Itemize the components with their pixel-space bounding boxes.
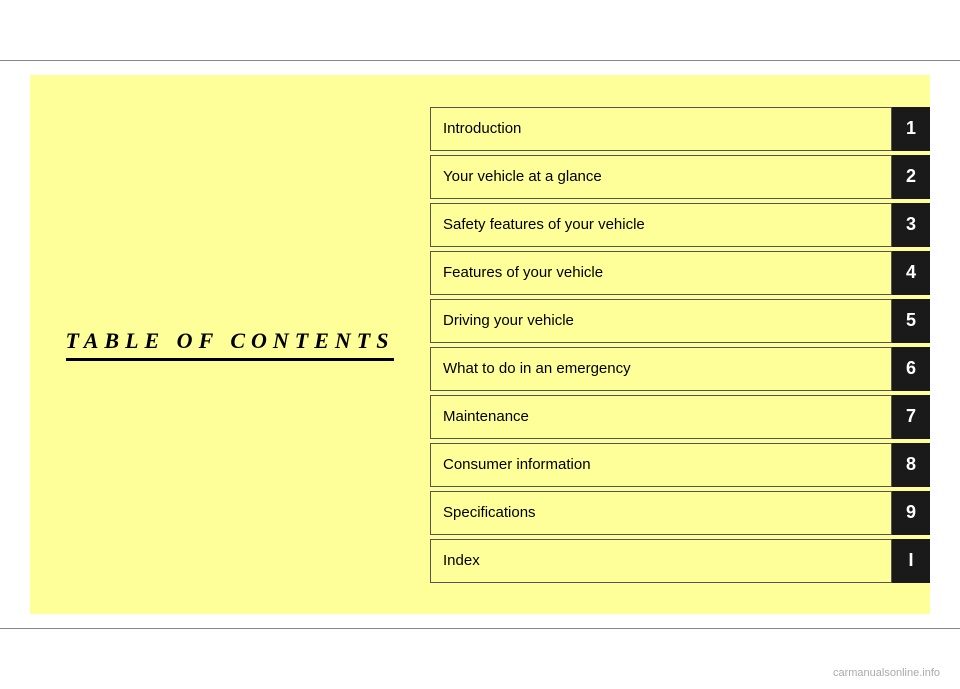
toc-item-number: 3 bbox=[892, 203, 930, 247]
toc-row[interactable]: Consumer information8 bbox=[430, 443, 930, 487]
toc-row[interactable]: Introduction1 bbox=[430, 107, 930, 151]
toc-item-number: 9 bbox=[892, 491, 930, 535]
toc-row[interactable]: Driving your vehicle5 bbox=[430, 299, 930, 343]
toc-item-number: 1 bbox=[892, 107, 930, 151]
main-container: TABLE OF CONTENTS Introduction1Your vehi… bbox=[30, 75, 930, 614]
toc-item-number: I bbox=[892, 539, 930, 583]
toc-item-number: 2 bbox=[892, 155, 930, 199]
toc-list: Introduction1Your vehicle at a glance2Sa… bbox=[430, 75, 930, 614]
toc-item-number: 5 bbox=[892, 299, 930, 343]
toc-item-label: Index bbox=[430, 539, 892, 583]
toc-row[interactable]: IndexI bbox=[430, 539, 930, 583]
toc-row[interactable]: Safety features of your vehicle3 bbox=[430, 203, 930, 247]
toc-item-label: Driving your vehicle bbox=[430, 299, 892, 343]
toc-item-number: 6 bbox=[892, 347, 930, 391]
toc-item-label: Maintenance bbox=[430, 395, 892, 439]
toc-row[interactable]: Features of your vehicle4 bbox=[430, 251, 930, 295]
bottom-divider bbox=[0, 628, 960, 629]
toc-item-number: 4 bbox=[892, 251, 930, 295]
toc-item-number: 8 bbox=[892, 443, 930, 487]
toc-row[interactable]: Maintenance7 bbox=[430, 395, 930, 439]
toc-item-label: Safety features of your vehicle bbox=[430, 203, 892, 247]
toc-item-number: 7 bbox=[892, 395, 930, 439]
toc-row[interactable]: Specifications9 bbox=[430, 491, 930, 535]
toc-item-label: Introduction bbox=[430, 107, 892, 151]
watermark: carmanualsonline.info bbox=[833, 667, 940, 679]
toc-item-label: Consumer information bbox=[430, 443, 892, 487]
toc-item-label: Features of your vehicle bbox=[430, 251, 892, 295]
toc-item-label: Specifications bbox=[430, 491, 892, 535]
toc-row[interactable]: Your vehicle at a glance2 bbox=[430, 155, 930, 199]
top-divider bbox=[0, 60, 960, 61]
toc-item-label: Your vehicle at a glance bbox=[430, 155, 892, 199]
toc-row[interactable]: What to do in an emergency6 bbox=[430, 347, 930, 391]
toc-item-label: What to do in an emergency bbox=[430, 347, 892, 391]
toc-title: TABLE OF CONTENTS bbox=[66, 328, 395, 361]
left-panel: TABLE OF CONTENTS bbox=[30, 75, 430, 614]
